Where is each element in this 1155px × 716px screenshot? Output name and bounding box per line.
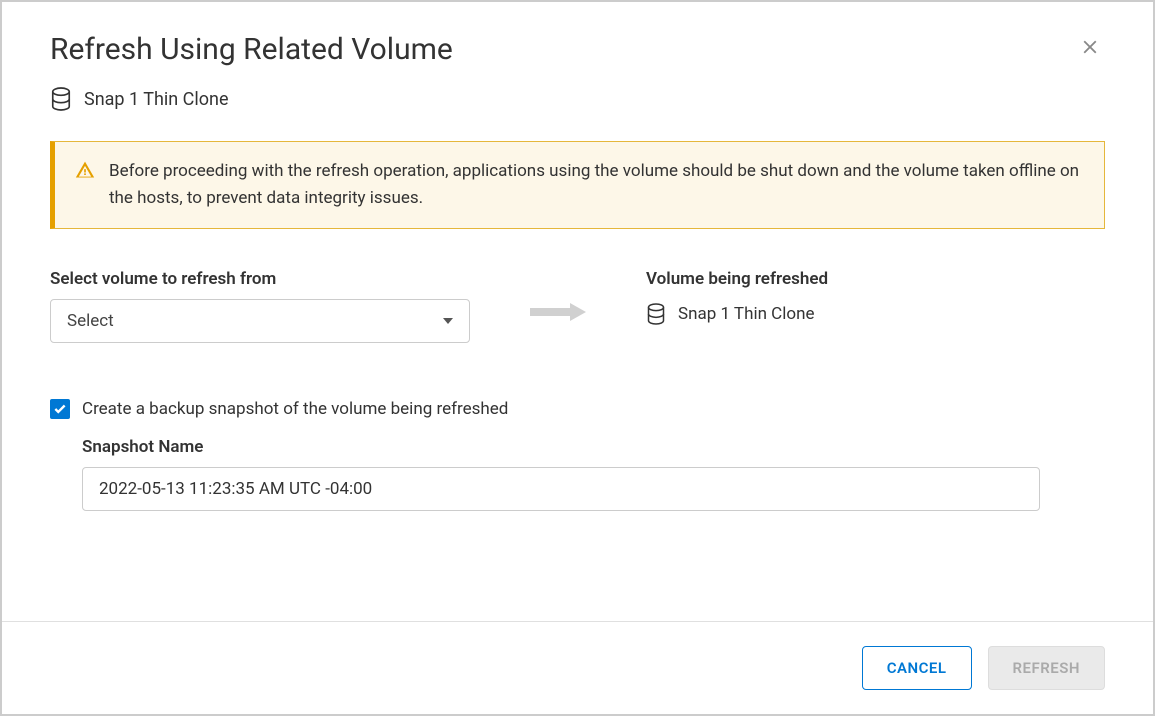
target-field-group: Volume being refreshed Snap 1 Thin Clone: [646, 269, 828, 325]
source-field-group: Select volume to refresh from Select: [50, 269, 470, 343]
dialog-footer: CANCEL REFRESH: [2, 621, 1153, 714]
arrow-column: [530, 269, 586, 321]
cancel-button[interactable]: CANCEL: [862, 646, 972, 690]
chevron-down-icon: [443, 318, 453, 324]
snapshot-group: Snapshot Name: [50, 437, 1105, 511]
volume-info: Snap 1 Thin Clone: [2, 87, 1153, 141]
dialog-title: Refresh Using Related Volume: [50, 32, 453, 67]
dialog-body: Before proceeding with the refresh opera…: [2, 141, 1153, 621]
warning-text: Before proceeding with the refresh opera…: [109, 158, 1084, 212]
refresh-dialog: Refresh Using Related Volume Snap 1 Thin…: [0, 0, 1155, 716]
backup-checkbox[interactable]: [50, 399, 70, 419]
backup-checkbox-label: Create a backup snapshot of the volume b…: [82, 399, 508, 419]
arrow-right-icon: [530, 303, 586, 321]
close-button[interactable]: [1075, 32, 1105, 66]
warning-box: Before proceeding with the refresh opera…: [50, 141, 1105, 229]
target-volume-name: Snap 1 Thin Clone: [678, 304, 814, 324]
target-label: Volume being refreshed: [646, 269, 828, 289]
close-icon: [1079, 36, 1101, 58]
source-label: Select volume to refresh from: [50, 269, 470, 289]
target-row: Snap 1 Thin Clone: [646, 299, 828, 325]
database-icon: [646, 303, 666, 325]
refresh-button[interactable]: REFRESH: [988, 646, 1106, 690]
snapshot-name-input[interactable]: [82, 467, 1040, 511]
checkmark-icon: [53, 402, 67, 416]
dialog-header: Refresh Using Related Volume: [2, 2, 1153, 87]
refresh-row: Select volume to refresh from Select Vol…: [50, 269, 1105, 343]
select-value: Select: [67, 311, 114, 331]
source-volume-select[interactable]: Select: [50, 299, 470, 343]
backup-checkbox-row: Create a backup snapshot of the volume b…: [50, 399, 1105, 419]
volume-name: Snap 1 Thin Clone: [84, 89, 229, 110]
snapshot-name-label: Snapshot Name: [82, 437, 1105, 457]
database-icon: [50, 87, 72, 111]
warning-icon: [75, 160, 95, 180]
